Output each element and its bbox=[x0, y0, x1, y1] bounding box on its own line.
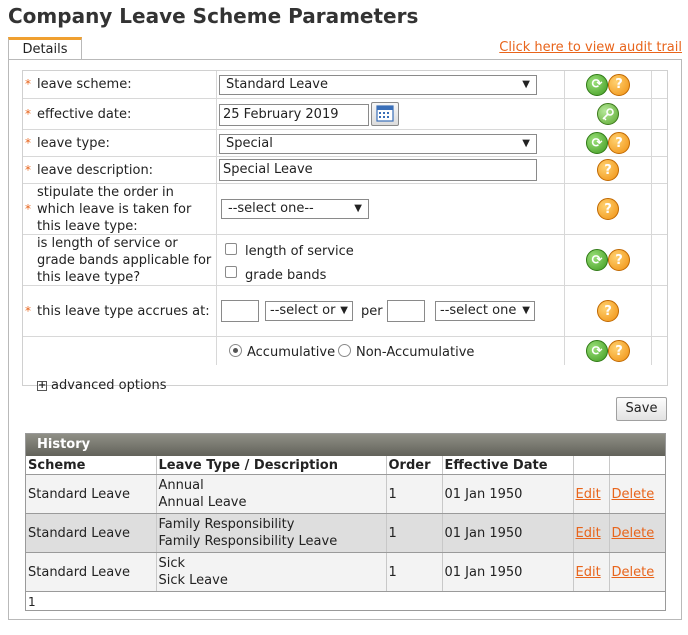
history-grid: History Scheme Leave Type / Description … bbox=[25, 433, 666, 611]
row-leave-type: * leave type: Special ▼ ⟳ ? bbox=[23, 130, 667, 157]
edit-link[interactable]: Edit bbox=[576, 526, 601, 541]
required-marker: * bbox=[25, 162, 31, 177]
col-order[interactable]: Order bbox=[386, 456, 443, 475]
per-label: per bbox=[361, 304, 383, 319]
help-icon[interactable]: ? bbox=[608, 132, 630, 154]
calendar-button[interactable] bbox=[371, 102, 399, 126]
col-delete bbox=[609, 456, 665, 475]
row-service-grade: is length of service or grade bands appl… bbox=[23, 235, 667, 286]
calendar-icon bbox=[376, 105, 394, 122]
pager-page-number[interactable]: 1 bbox=[28, 595, 36, 609]
history-title: History bbox=[26, 434, 665, 456]
page-title: Company Leave Scheme Parameters bbox=[8, 4, 419, 28]
non-accumulative-radio[interactable] bbox=[338, 344, 351, 357]
stipulate-order-select[interactable]: --select one-- ▼ bbox=[221, 199, 369, 219]
table-row: Standard Leave Sick Sick Leave 1 01 Jan 1… bbox=[26, 552, 665, 592]
advanced-options-toggle[interactable]: + advanced options bbox=[37, 378, 167, 393]
accrual-period-input[interactable] bbox=[387, 300, 425, 322]
edit-link[interactable]: Edit bbox=[576, 565, 601, 580]
leave-type-label: leave type: bbox=[37, 135, 110, 151]
col-effective-date[interactable]: Effective Date bbox=[442, 456, 574, 475]
effective-date-input[interactable]: 25 February 2019 bbox=[219, 104, 369, 126]
effective-date-label: effective date: bbox=[37, 106, 132, 122]
delete-link[interactable]: Delete bbox=[612, 526, 655, 541]
accrual-period-select[interactable]: --select one ▼ bbox=[435, 301, 535, 321]
details-panel: * leave scheme: Standard Leave ▼ ⟳ ? * effe… bbox=[8, 59, 682, 620]
refresh-icon[interactable]: ⟳ bbox=[586, 73, 608, 96]
col-edit bbox=[573, 456, 610, 475]
help-icon[interactable]: ? bbox=[608, 340, 630, 362]
table-row: Standard Leave Family Responsibility Fami… bbox=[26, 513, 665, 553]
required-marker: * bbox=[25, 201, 31, 216]
table-row: Standard Leave Annual Annual Leave 1 01 J… bbox=[26, 474, 665, 514]
accrues-at-label: this leave type accrues at: bbox=[37, 303, 210, 319]
stipulate-order-label: stipulate the order in which leave is ta… bbox=[37, 184, 192, 234]
accrual-amount-input[interactable] bbox=[221, 300, 259, 322]
service-grade-label: is length of service or grade bands appl… bbox=[37, 235, 212, 285]
dropdown-arrow-icon: ▼ bbox=[522, 305, 530, 316]
row-leave-description: * leave description: Special Leave ? bbox=[23, 157, 667, 184]
help-icon[interactable]: ? bbox=[597, 300, 619, 322]
required-marker: * bbox=[25, 135, 31, 150]
help-icon[interactable]: ? bbox=[597, 159, 619, 181]
row-accrues-at: * this leave type accrues at: --select or… bbox=[23, 286, 667, 337]
help-icon[interactable]: ? bbox=[608, 249, 630, 271]
leave-description-input[interactable]: Special Leave bbox=[219, 159, 537, 181]
grade-bands-checkbox[interactable] bbox=[225, 266, 237, 278]
history-table: Scheme Leave Type / Description Order Ef… bbox=[26, 456, 665, 592]
help-icon[interactable]: ? bbox=[597, 198, 619, 220]
edit-link[interactable]: Edit bbox=[576, 487, 601, 502]
non-accumulative-label: Non-Accumulative bbox=[356, 345, 475, 360]
delete-link[interactable]: Delete bbox=[612, 487, 655, 502]
refresh-icon[interactable]: ⟳ bbox=[586, 132, 608, 154]
row-accumulation: Accumulative Non-Accumulative ⟳ ? bbox=[23, 337, 667, 365]
leave-scheme-label: leave scheme: bbox=[37, 77, 132, 92]
advanced-options-label: advanced options bbox=[51, 378, 167, 393]
row-effective-date: * effective date: 25 February 2019 bbox=[23, 99, 667, 130]
key-icon[interactable] bbox=[597, 103, 619, 125]
leave-scheme-select[interactable]: Standard Leave ▼ bbox=[219, 75, 537, 95]
dropdown-arrow-icon: ▼ bbox=[354, 203, 362, 214]
refresh-icon[interactable]: ⟳ bbox=[586, 249, 608, 271]
accumulative-radio[interactable] bbox=[229, 344, 242, 357]
tab-details[interactable]: Details bbox=[8, 37, 82, 59]
delete-link[interactable]: Delete bbox=[612, 565, 655, 580]
accumulative-label: Accumulative bbox=[247, 345, 336, 360]
dropdown-arrow-icon: ▼ bbox=[522, 79, 530, 90]
length-of-service-label: length of service bbox=[245, 244, 354, 259]
required-marker: * bbox=[25, 106, 31, 121]
accrual-unit-select[interactable]: --select or ▼ bbox=[265, 301, 353, 321]
expand-plus-icon: + bbox=[37, 379, 47, 391]
dropdown-arrow-icon: ▼ bbox=[522, 138, 530, 149]
leave-description-label: leave description: bbox=[37, 162, 154, 178]
refresh-icon[interactable]: ⟳ bbox=[586, 340, 608, 362]
required-marker: * bbox=[25, 303, 31, 318]
row-leave-scheme: * leave scheme: Standard Leave ▼ ⟳ ? bbox=[23, 71, 667, 99]
save-button[interactable]: Save bbox=[616, 397, 667, 421]
col-leave-type[interactable]: Leave Type / Description bbox=[156, 456, 387, 475]
leave-type-select[interactable]: Special ▼ bbox=[219, 134, 537, 154]
dropdown-arrow-icon: ▼ bbox=[340, 305, 348, 316]
leave-parameters-form: * leave scheme: Standard Leave ▼ ⟳ ? * effe… bbox=[22, 70, 668, 393]
col-scheme[interactable]: Scheme bbox=[26, 456, 157, 475]
grade-bands-label: grade bands bbox=[245, 268, 327, 283]
row-stipulate-order: * stipulate the order in which leave is t… bbox=[23, 184, 667, 235]
required-marker: * bbox=[25, 77, 31, 91]
audit-trail-link[interactable]: Click here to view audit trail bbox=[499, 40, 682, 55]
length-of-service-checkbox[interactable] bbox=[225, 243, 237, 255]
help-icon[interactable]: ? bbox=[608, 73, 630, 96]
history-header-row: Scheme Leave Type / Description Order Ef… bbox=[26, 456, 665, 475]
